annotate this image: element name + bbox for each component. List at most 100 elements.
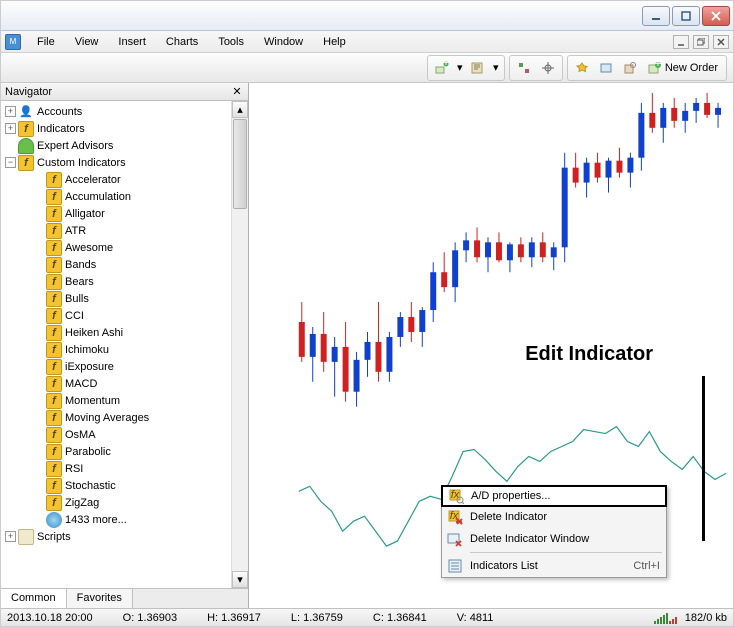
tree-item-heiken-ashi[interactable]: fHeiken Ashi	[1, 324, 248, 341]
tree-item-stochastic[interactable]: fStochastic	[1, 477, 248, 494]
expand-icon[interactable]: +	[5, 123, 16, 134]
person-icon: 👤	[18, 104, 34, 120]
navigator-scrollbar[interactable]: ▴ ▾	[231, 101, 248, 588]
annotation-label: Edit Indicator	[525, 343, 653, 366]
tree-item-rsi[interactable]: fRSI	[1, 460, 248, 477]
fx-icon: f	[46, 223, 62, 239]
tree-item-bands[interactable]: fBands	[1, 256, 248, 273]
menu-bar: M File View Insert Charts Tools Window H…	[1, 31, 733, 53]
ctx-indicators-list[interactable]: Indicators List Ctrl+I	[442, 555, 666, 577]
status-close: C: 1.36841	[373, 612, 427, 624]
mdi-restore-button[interactable]	[693, 35, 709, 49]
ctx-delete-indicator[interactable]: fx Delete Indicator	[442, 506, 666, 528]
expand-icon[interactable]: +	[5, 106, 16, 117]
toolbar-new-order-button[interactable]: + New Order	[642, 61, 724, 75]
window-close-button[interactable]	[702, 6, 730, 26]
delete-indicator-icon: fx	[446, 508, 464, 526]
scroll-thumb[interactable]	[233, 119, 247, 209]
tree-label: ZigZag	[65, 497, 99, 509]
window-maximize-button[interactable]	[672, 6, 700, 26]
ctx-properties[interactable]: fx A/D properties...	[441, 485, 667, 507]
toolbar-expert-button[interactable]	[571, 58, 593, 78]
ctx-delete-window[interactable]: Delete Indicator Window	[442, 528, 666, 550]
toolbar-profiles-dropdown[interactable]: ▾	[491, 58, 501, 78]
tree-label: iExposure	[65, 361, 114, 373]
ctx-separator	[470, 552, 662, 553]
fx-icon: f	[46, 240, 62, 256]
tree-expert-advisors[interactable]: Expert Advisors	[1, 137, 248, 154]
tree-item-bulls[interactable]: fBulls	[1, 290, 248, 307]
toolbar-strategy-button[interactable]	[619, 58, 641, 78]
tree-item-accumulation[interactable]: fAccumulation	[1, 188, 248, 205]
toolbar-new-chart-dropdown[interactable]: ▾	[455, 58, 465, 78]
menu-view[interactable]: View	[65, 33, 109, 51]
tree-item-moving-averages[interactable]: fMoving Averages	[1, 409, 248, 426]
scroll-up-button[interactable]: ▴	[232, 101, 248, 118]
toolbar-new-chart-button[interactable]: +	[431, 58, 453, 78]
tree-item-awesome[interactable]: fAwesome	[1, 239, 248, 256]
menu-help[interactable]: Help	[313, 33, 356, 51]
tree-item-parabolic[interactable]: fParabolic	[1, 443, 248, 460]
tree-scripts[interactable]: +Scripts	[1, 528, 248, 545]
tree-item-alligator[interactable]: fAlligator	[1, 205, 248, 222]
tree-label: CCI	[65, 310, 84, 322]
chart-area[interactable]: Edit Indicator fx A/D properties... fx D…	[249, 83, 733, 608]
status-low: L: 1.36759	[291, 612, 343, 624]
menu-window[interactable]: Window	[254, 33, 313, 51]
tree-label: Bands	[65, 259, 96, 271]
tree-item-ichimoku[interactable]: fIchimoku	[1, 341, 248, 358]
mdi-close-button[interactable]	[713, 35, 729, 49]
menu-tools[interactable]: Tools	[208, 33, 254, 51]
fx-icon: f	[46, 359, 62, 375]
navigator-tab-favorites[interactable]: Favorites	[67, 589, 133, 608]
context-menu: fx A/D properties... fx Delete Indicator…	[441, 485, 667, 578]
mdi-minimize-button[interactable]	[673, 35, 689, 49]
fx-icon: f	[46, 461, 62, 477]
toolbar-cursor-button[interactable]	[513, 58, 535, 78]
tree-label: Ichimoku	[65, 344, 109, 356]
tree-label: Awesome	[65, 242, 113, 254]
tree-item-osma[interactable]: fOsMA	[1, 426, 248, 443]
tree-item-momentum[interactable]: fMomentum	[1, 392, 248, 409]
tree-label: OsMA	[65, 429, 96, 441]
globe-icon	[46, 512, 62, 528]
tree-item-bears[interactable]: fBears	[1, 273, 248, 290]
tree-item-macd[interactable]: fMACD	[1, 375, 248, 392]
toolbar-profiles-button[interactable]	[467, 58, 489, 78]
tree-label: Custom Indicators	[37, 157, 126, 169]
status-bar: 2013.10.18 20:00 O: 1.36903 H: 1.36917 L…	[1, 608, 733, 626]
tree-label: RSI	[65, 463, 83, 475]
fx-icon: f	[46, 478, 62, 494]
svg-text:fx: fx	[451, 489, 460, 501]
fx-icon: f	[46, 325, 62, 341]
tree-custom-indicators[interactable]: −fCustom Indicators	[1, 154, 248, 171]
fx-icon: f	[46, 410, 62, 426]
fx-icon: f	[46, 257, 62, 273]
tree-item-accelerator[interactable]: fAccelerator	[1, 171, 248, 188]
fx-icon: f	[46, 393, 62, 409]
status-date: 2013.10.18 20:00	[7, 612, 93, 624]
navigator-close-button[interactable]: ✕	[230, 85, 244, 99]
scroll-down-button[interactable]: ▾	[232, 571, 248, 588]
menu-charts[interactable]: Charts	[156, 33, 208, 51]
window-minimize-button[interactable]	[642, 6, 670, 26]
tree-more[interactable]: 1433 more...	[1, 511, 248, 528]
tree-accounts[interactable]: +👤Accounts	[1, 103, 248, 120]
navigator-tree[interactable]: +👤Accounts+fIndicatorsExpert Advisors−fC…	[1, 101, 248, 588]
toolbar-terminal-button[interactable]	[595, 58, 617, 78]
expand-icon[interactable]: −	[5, 157, 16, 168]
tree-item-cci[interactable]: fCCI	[1, 307, 248, 324]
ctx-delete-window-label: Delete Indicator Window	[470, 533, 589, 545]
fx-icon: f	[46, 376, 62, 392]
fx-icon: f	[46, 206, 62, 222]
tree-item-atr[interactable]: fATR	[1, 222, 248, 239]
toolbar-crosshair-button[interactable]	[537, 58, 559, 78]
navigator-tab-common[interactable]: Common	[1, 589, 67, 608]
tree-item-zigzag[interactable]: fZigZag	[1, 494, 248, 511]
expand-icon[interactable]: +	[5, 531, 16, 542]
connection-bars-icon	[654, 612, 677, 624]
menu-insert[interactable]: Insert	[108, 33, 156, 51]
tree-indicators[interactable]: +fIndicators	[1, 120, 248, 137]
menu-file[interactable]: File	[27, 33, 65, 51]
tree-item-iexposure[interactable]: fiExposure	[1, 358, 248, 375]
